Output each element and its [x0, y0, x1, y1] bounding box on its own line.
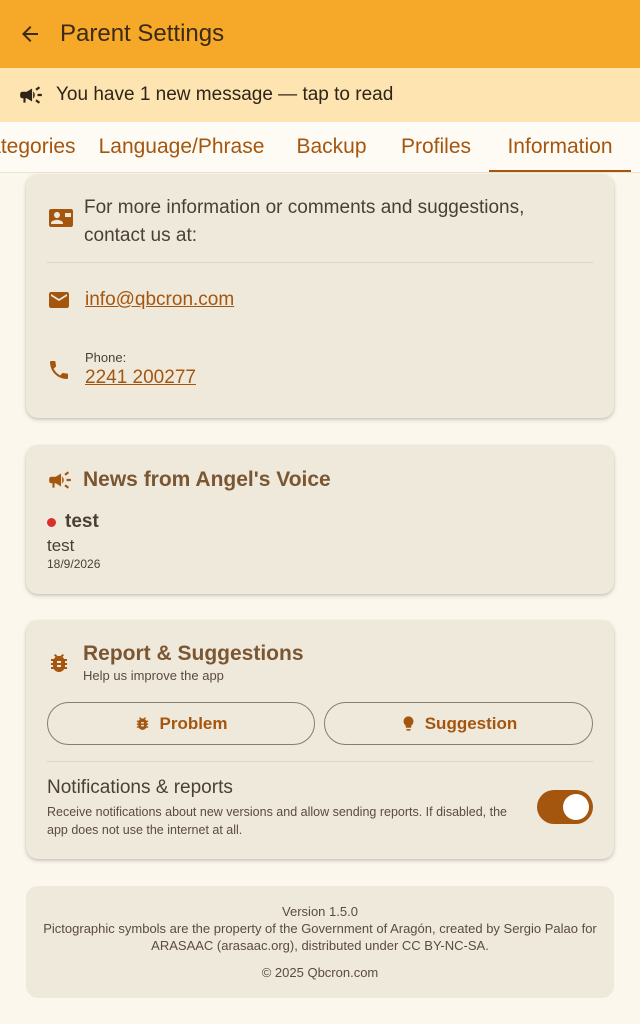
app-bar: Parent Settings	[0, 0, 640, 68]
toggle-knob	[563, 794, 589, 820]
unread-dot	[47, 517, 56, 527]
phone-link[interactable]: 2241 200277	[85, 367, 196, 389]
notifications-toggle[interactable]	[537, 790, 593, 824]
problem-label: Problem	[159, 713, 228, 733]
news-title: News from Angel's Voice	[83, 468, 331, 491]
message-banner[interactable]: You have 1 new message — tap to read	[0, 68, 640, 122]
page-title: Parent Settings	[60, 20, 225, 47]
contact-card: For more information or comments and sug…	[26, 174, 614, 418]
tab-language-phrase[interactable]: Language/Phrase	[83, 122, 280, 172]
news-item-date: 18/9/2026	[47, 557, 101, 571]
news-header: News from Angel's Voice	[47, 467, 331, 493]
news-card: News from Angel's Voice test test 18/9/2…	[26, 445, 614, 594]
news-item-title: test	[65, 511, 99, 532]
settings-tabs: Categories Language/Phrase Backup Profil…	[0, 122, 640, 173]
news-item-body: test	[47, 536, 75, 555]
report-subtitle: Help us improve the app	[83, 668, 224, 683]
arrow-back-icon	[22, 26, 38, 42]
tab-backup[interactable]: Backup	[281, 122, 382, 172]
email-row: info@qbcron.com	[47, 288, 234, 312]
suggestion-label: Suggestion	[424, 713, 518, 733]
phone-icon	[47, 358, 85, 382]
campaign-icon	[47, 467, 83, 493]
email-link[interactable]: info@qbcron.com	[85, 289, 234, 311]
report-card: Report & Suggestions Help us improve the…	[26, 620, 614, 859]
contact-card-icon	[47, 206, 75, 235]
credits-text: Pictographic symbols are the property of…	[43, 921, 597, 953]
footer-card: Version 1.5.0 Pictographic symbols are t…	[26, 886, 614, 998]
report-header: Report & Suggestions Help us improve the…	[47, 642, 304, 683]
tab-information[interactable]: Information	[489, 122, 631, 172]
tab-categories[interactable]: Categories	[0, 122, 79, 172]
notifications-description: Receive notifications about new versions…	[47, 805, 507, 837]
version-text: Version 1.5.0	[282, 904, 358, 919]
bug-icon	[134, 715, 151, 732]
notifications-title: Notifications & reports	[47, 777, 233, 798]
banner-text: You have 1 new message — tap to read	[56, 84, 394, 105]
bug-icon	[47, 651, 83, 675]
tab-profiles[interactable]: Profiles	[384, 122, 488, 172]
divider	[47, 761, 593, 762]
campaign-icon	[18, 82, 44, 108]
email-icon	[47, 288, 85, 312]
lightbulb-icon	[400, 715, 417, 732]
contact-heading: For more information or comments and sug…	[84, 197, 525, 246]
back-button[interactable]	[0, 0, 60, 68]
suggestion-button[interactable]: Suggestion	[324, 702, 593, 745]
copyright-text: © 2025 Qbcron.com	[261, 965, 379, 980]
problem-button[interactable]: Problem	[47, 702, 315, 745]
divider	[47, 262, 593, 263]
phone-row: Phone: 2241 200277	[47, 350, 196, 389]
report-title: Report & Suggestions	[83, 642, 304, 665]
news-item-title-row[interactable]: test	[47, 511, 99, 533]
contact-heading-row: For more information or comments and sug…	[47, 194, 587, 250]
phone-label: Phone:	[85, 350, 127, 365]
